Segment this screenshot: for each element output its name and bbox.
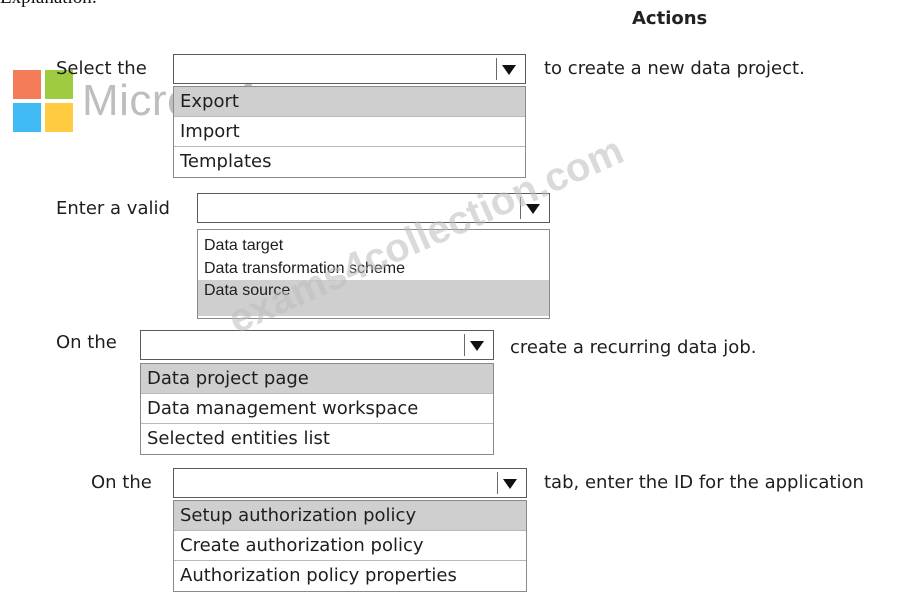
chevron-down-icon[interactable] [497,472,522,494]
actions-heading: Actions [632,8,708,29]
step1-dropdown[interactable] [173,54,526,84]
step3-suffix: create a recurring data job. [510,337,757,358]
step4-suffix: tab, enter the ID for the application [544,472,864,493]
option-import[interactable]: Import [174,117,525,147]
step1-prefix: Select the [56,58,147,79]
step3-dropdown[interactable] [140,330,494,360]
microsoft-logo-icon [13,70,75,136]
step2-prefix: Enter a valid [56,198,170,219]
step4-options: Setup authorization policy Create author… [173,500,527,592]
step3-options: Data project page Data management worksp… [140,363,494,455]
option-selected-entities-list[interactable]: Selected entities list [141,424,493,453]
step4-dropdown[interactable] [173,468,527,498]
step4-prefix: On the [91,472,152,493]
step3-prefix: On the [56,332,117,353]
option-templates[interactable]: Templates [174,147,525,176]
step1-options: Export Import Templates [173,86,526,178]
step1-suffix: to create a new data project. [544,58,805,79]
option-export[interactable]: Export [174,87,525,117]
chevron-down-icon[interactable] [496,58,521,80]
chevron-down-icon[interactable] [464,334,489,356]
explanation-label: Explanation: [0,0,97,9]
option-setup-authorization-policy[interactable]: Setup authorization policy [174,501,526,531]
option-create-authorization-policy[interactable]: Create authorization policy [174,531,526,561]
option-data-project-page[interactable]: Data project page [141,364,493,394]
option-data-management-workspace[interactable]: Data management workspace [141,394,493,424]
option-authorization-policy-properties[interactable]: Authorization policy properties [174,561,526,590]
